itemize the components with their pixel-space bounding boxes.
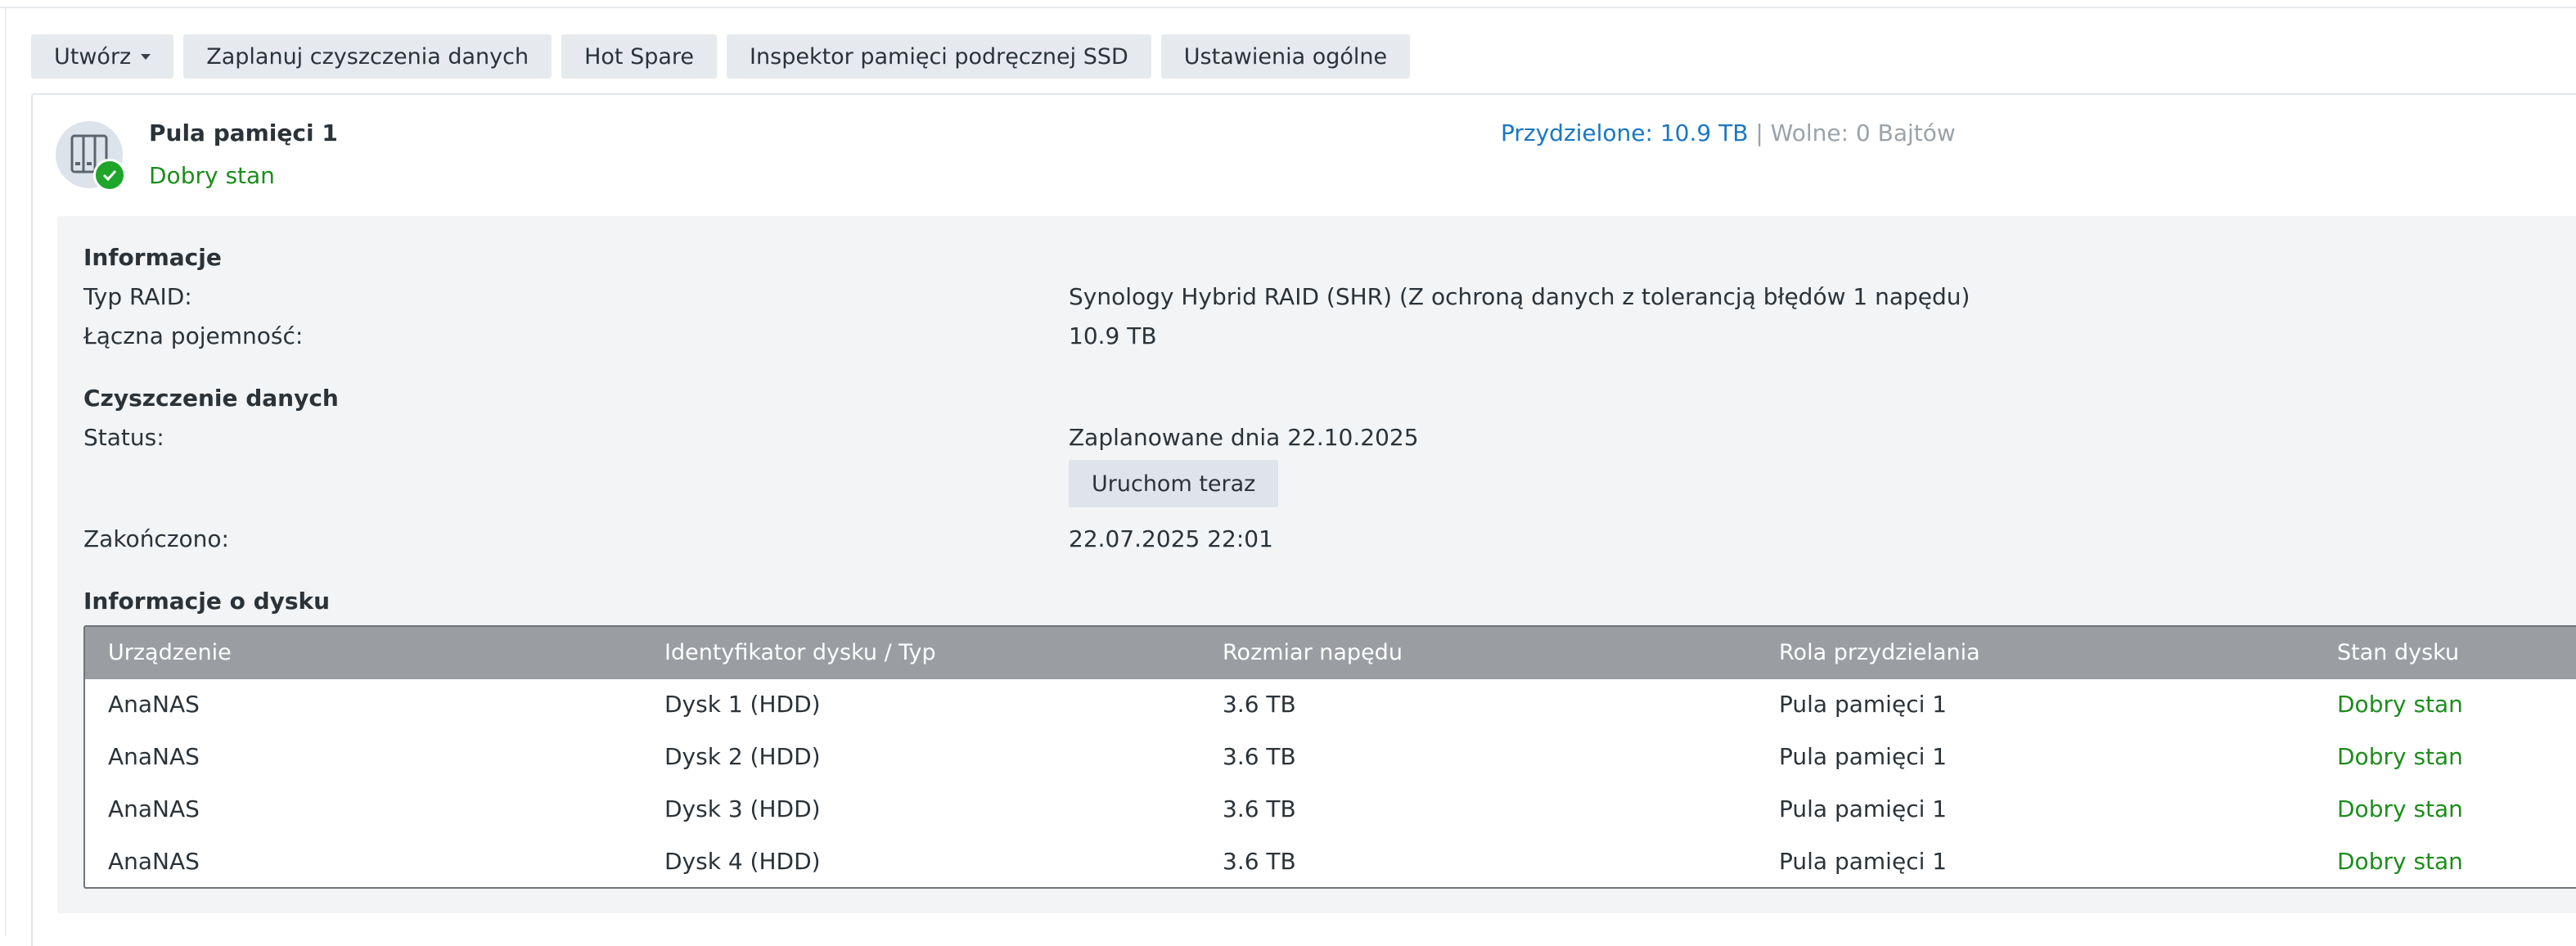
column-header-role[interactable]: Rola przydzielania [1779, 640, 1980, 665]
cell-device: AnaNAS [108, 691, 200, 718]
allocated-text: Przydzielone: 10.9 TB [1501, 119, 1749, 146]
table-row[interactable]: AnaNAS Dysk 2 (HDD) 3.6 TB Pula pamięci … [85, 732, 2576, 784]
run-now-button[interactable]: Uruchom teraz [1069, 460, 1279, 507]
scrubbing-section-title: Czyszczenie danych [83, 385, 339, 412]
disk-info-section-title: Informacje o dysku [83, 588, 331, 615]
cell-disk-id: Dysk 4 (HDD) [664, 848, 821, 875]
cell-status: Dobry stan [2337, 848, 2463, 875]
cell-status: Dobry stan [2337, 691, 2463, 718]
column-header-disk-id[interactable]: Identyfikator dysku / Typ [664, 640, 936, 665]
cell-role: Pula pamięci 1 [1779, 795, 1948, 822]
ssd-cache-advisor-button[interactable]: Inspektor pamięci podręcznej SSD [727, 34, 1151, 79]
toolbar: Utwórz Zaplanuj czyszczenia danych Hot S… [31, 34, 1411, 79]
raid-type-value: Synology Hybrid RAID (SHR) (Z ochroną da… [1069, 283, 1970, 310]
cell-disk-id: Dysk 2 (HDD) [664, 743, 821, 770]
cell-device: AnaNAS [108, 848, 200, 875]
cell-size: 3.6 TB [1223, 795, 1296, 822]
cell-status: Dobry stan [2337, 743, 2463, 770]
column-header-size[interactable]: Rozmiar napędu [1223, 640, 1403, 665]
info-section-title: Informacje [83, 244, 222, 271]
cell-role: Pula pamięci 1 [1779, 691, 1948, 718]
scrub-status-value: Zaplanowane dnia 22.10.2025 [1069, 424, 1419, 451]
cell-status: Dobry stan [2337, 795, 2463, 822]
cell-device: AnaNAS [108, 795, 200, 822]
general-settings-button[interactable]: Ustawienia ogólne [1160, 34, 1411, 79]
scrub-status-label: Status: [83, 424, 164, 451]
cell-role: Pula pamięci 1 [1779, 743, 1948, 770]
caret-down-icon [141, 53, 151, 60]
cell-role: Pula pamięci 1 [1779, 848, 1948, 875]
finished-value: 22.07.2025 22:01 [1069, 525, 1273, 552]
table-row[interactable]: AnaNAS Dysk 4 (HDD) 3.6 TB Pula pamięci … [85, 836, 2576, 889]
cell-size: 3.6 TB [1223, 743, 1296, 770]
finished-label: Zakończono: [83, 525, 229, 552]
cell-size: 3.6 TB [1223, 848, 1296, 875]
cell-disk-id: Dysk 1 (HDD) [664, 691, 821, 718]
table-header: Urządzenie Identyfikator dysku / Typ Roz… [85, 627, 2576, 679]
table-row[interactable]: AnaNAS Dysk 3 (HDD) 3.6 TB Pula pamięci … [85, 784, 2576, 836]
cell-device: AnaNAS [108, 743, 200, 770]
allocation-summary: Przydzielone: 10.9 TB | Wolne: 0 Bajtów [1501, 119, 1956, 146]
cell-size: 3.6 TB [1223, 691, 1296, 718]
cell-disk-id: Dysk 3 (HDD) [664, 795, 821, 822]
raid-type-label: Typ RAID: [83, 283, 192, 310]
schedule-scrubbing-button[interactable]: Zaplanuj czyszczenia danych [183, 34, 552, 79]
column-header-status[interactable]: Stan dysku [2337, 640, 2459, 665]
column-header-device[interactable]: Urządzenie [108, 640, 232, 665]
total-capacity-label: Łączna pojemność: [83, 322, 304, 349]
pool-status: Dobry stan [149, 162, 275, 189]
left-divider [5, 8, 7, 936]
disk-table: Urządzenie Identyfikator dysku / Typ Roz… [83, 625, 2576, 889]
checkmark-icon [93, 159, 126, 191]
total-capacity-value: 10.9 TB [1069, 322, 1157, 349]
create-button-label: Utwórz [54, 43, 132, 70]
allocation-separator: | [1755, 119, 1763, 146]
top-divider [0, 7, 2576, 8]
free-text: Wolne: 0 Bajtów [1770, 119, 1956, 146]
table-row[interactable]: AnaNAS Dysk 1 (HDD) 3.6 TB Pula pamięci … [85, 679, 2576, 732]
create-dropdown-button[interactable]: Utwórz [31, 34, 174, 79]
pool-title: Pula pamięci 1 [149, 119, 338, 146]
hot-spare-button[interactable]: Hot Spare [561, 34, 718, 79]
